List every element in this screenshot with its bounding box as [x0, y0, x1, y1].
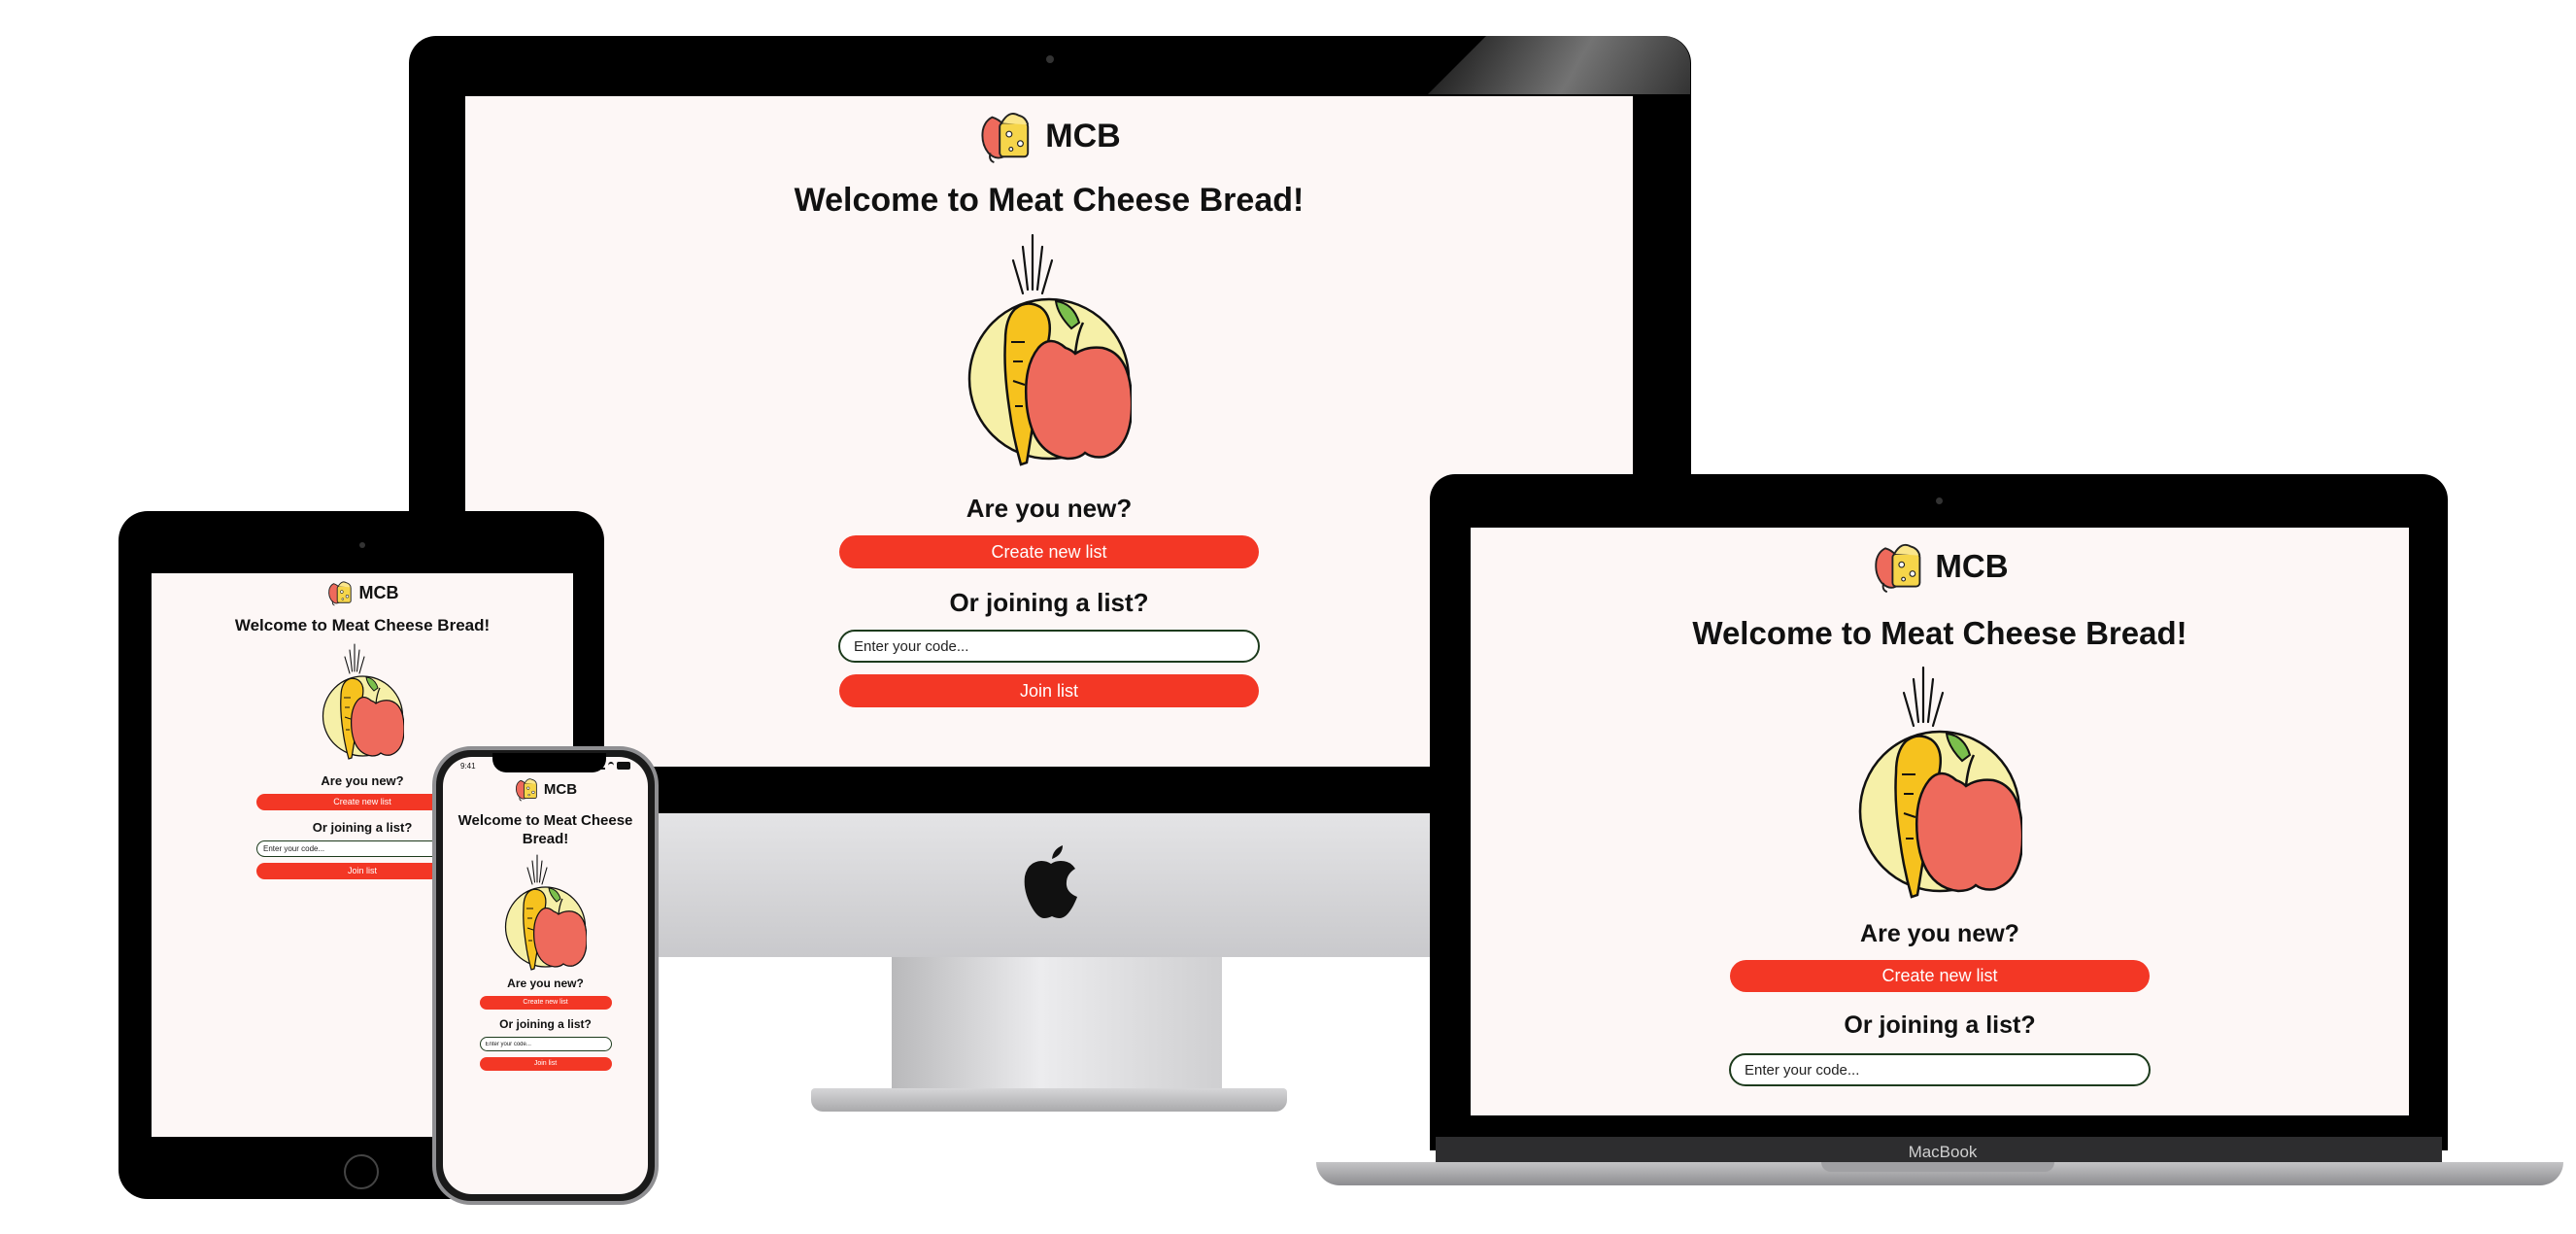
mcb-logo-icon — [326, 579, 354, 606]
carrot-apple-illustration — [504, 854, 587, 971]
carrot-apple-illustration — [1857, 666, 2022, 899]
apple-logo-icon — [1024, 845, 1077, 918]
create-list-button[interactable]: Create new list — [839, 535, 1259, 568]
logo[interactable]: MCB — [326, 579, 399, 606]
new-user-heading: Are you new? — [966, 494, 1133, 523]
new-user-heading: Are you new? — [1860, 920, 2019, 947]
logo[interactable]: MCB — [977, 108, 1121, 164]
status-time: 9:41 — [460, 761, 476, 771]
page-title: Welcome to Meat Cheese Bread! — [234, 616, 491, 634]
create-list-button[interactable]: Create new list — [1730, 960, 2150, 992]
mcb-logo-icon — [977, 108, 1034, 164]
laptop-camera — [1936, 497, 1943, 504]
join-heading: Or joining a list? — [1844, 1011, 2036, 1039]
phone-notch — [492, 753, 606, 772]
logo[interactable]: MCB — [1871, 539, 2009, 594]
mcb-logo-icon — [1871, 539, 1925, 594]
brand-name: MCB — [1935, 548, 2009, 584]
page-title: Welcome to Meat Cheese Bread! — [458, 812, 633, 847]
battery-icon — [617, 762, 630, 770]
brand-name: MCB — [543, 780, 578, 798]
carrot-apple-illustration — [322, 643, 404, 760]
new-user-heading: Are you new? — [321, 773, 404, 788]
ipad-home-button[interactable] — [344, 1154, 379, 1189]
create-list-button[interactable]: Create new list — [479, 996, 612, 1010]
code-input[interactable] — [1729, 1053, 2151, 1086]
imac-stand-base — [811, 1088, 1287, 1112]
imac-camera — [1046, 55, 1054, 63]
join-list-button[interactable]: Join list — [479, 1057, 612, 1071]
laptop-notch — [1821, 1162, 2054, 1172]
code-input[interactable] — [479, 1037, 612, 1051]
page-title: Welcome to Meat Cheese Bread! — [1692, 615, 2187, 651]
imac-stand — [892, 957, 1222, 1093]
wifi-icon — [608, 762, 614, 770]
phone-screen: 9:41 MCB Welcome to Meat Cheese Bread! A… — [443, 757, 648, 1194]
logo[interactable]: MCB — [514, 776, 577, 802]
laptop-label: MacBook — [1908, 1143, 1978, 1161]
mcb-logo-icon — [514, 776, 539, 802]
join-heading: Or joining a list? — [312, 820, 413, 835]
page-title: Welcome to Meat Cheese Bread! — [794, 182, 1305, 219]
join-heading: Or joining a list? — [949, 588, 1149, 617]
new-user-heading: Are you new? — [507, 977, 584, 990]
join-heading: Or joining a list? — [499, 1017, 592, 1031]
brand-name: MCB — [358, 582, 399, 602]
laptop-screen: MCB Welcome to Meat Cheese Bread! Are yo… — [1471, 528, 2409, 1115]
ipad-camera — [359, 542, 365, 548]
join-list-button[interactable]: Join list — [839, 674, 1259, 707]
brand-name: MCB — [1045, 117, 1121, 154]
code-input[interactable] — [838, 630, 1260, 663]
carrot-apple-illustration — [966, 233, 1132, 466]
